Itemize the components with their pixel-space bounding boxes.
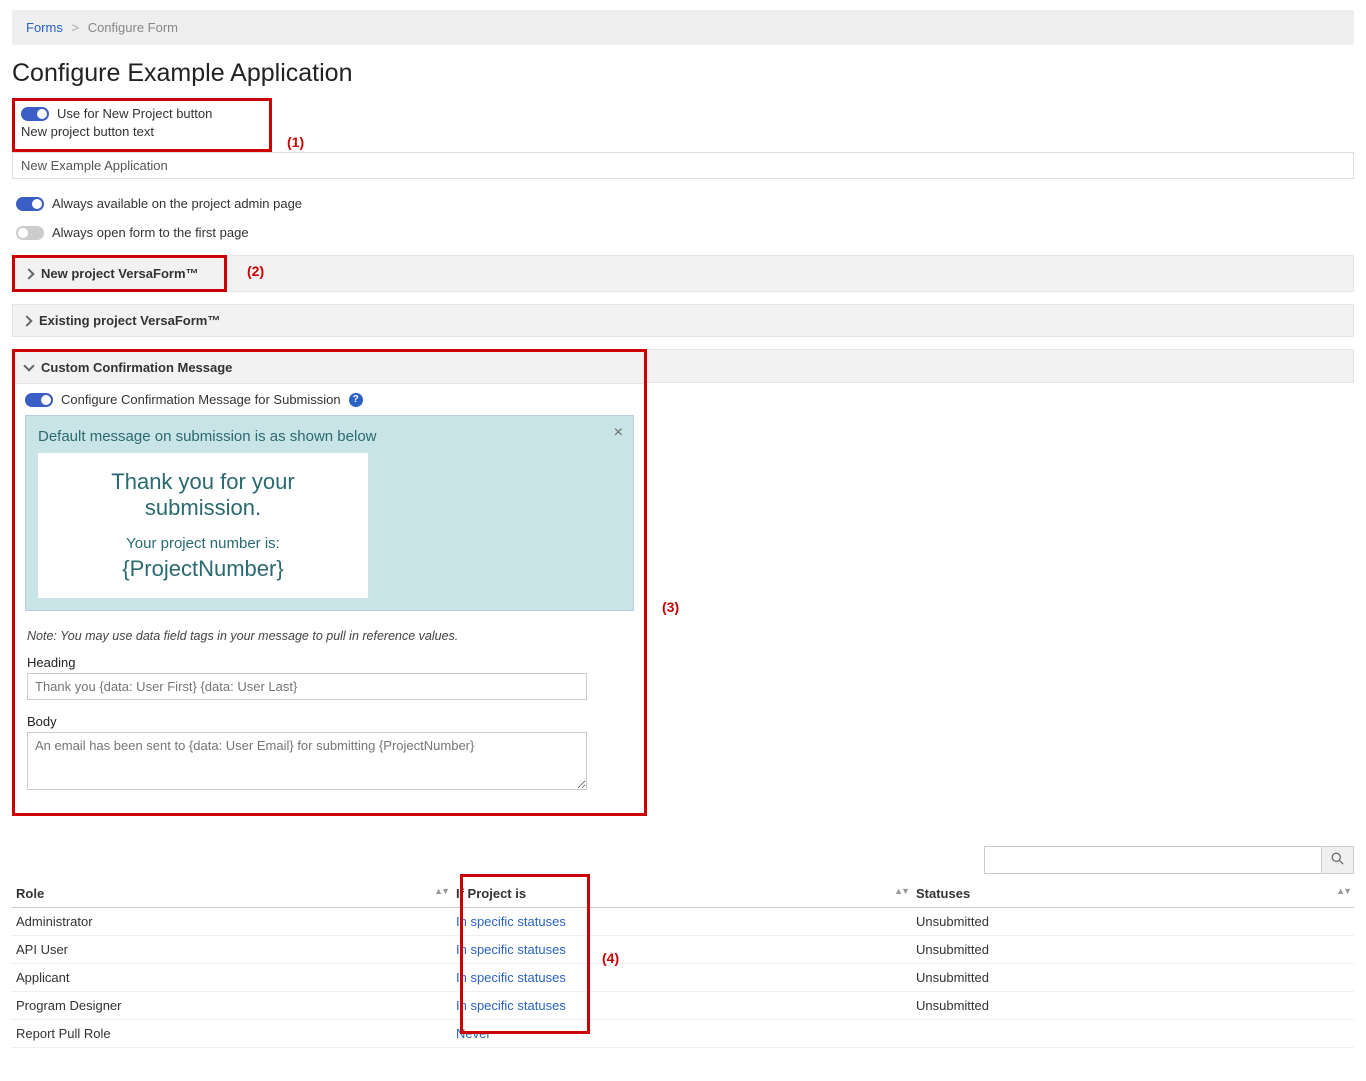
table-row: Administrator In specific statuses Unsubmi…: [12, 908, 1354, 936]
table-row: Program Designer In specific statuses Unsu…: [12, 992, 1354, 1020]
th-statuses[interactable]: Statuses▲▼: [912, 880, 1354, 908]
toggle-configure-confirmation[interactable]: [25, 393, 53, 407]
note-text: Note: You may use data field tags in you…: [15, 621, 644, 651]
breadcrumb-current: Configure Form: [88, 20, 178, 35]
breadcrumb-link-forms[interactable]: Forms: [26, 20, 63, 35]
annotation-2: (2): [247, 263, 264, 279]
sort-icon: ▲▼: [1336, 886, 1350, 896]
toggle-use-new-project[interactable]: [21, 107, 49, 121]
annotation-4: (4): [602, 950, 619, 966]
help-icon[interactable]: ?: [349, 393, 363, 407]
toggle-configure-confirmation-label: Configure Confirmation Message for Submi…: [61, 392, 341, 407]
th-if-project[interactable]: If Project is▲▼: [452, 880, 912, 908]
annotation-3: (3): [662, 599, 679, 615]
cell-if-project-link[interactable]: In specific statuses: [456, 914, 566, 929]
accordion-custom-confirmation-label: Custom Confirmation Message: [41, 360, 232, 375]
th-role[interactable]: Role▲▼: [12, 880, 452, 908]
toggle-open-first-page[interactable]: [16, 226, 44, 240]
preview-pn-label: Your project number is:: [68, 535, 338, 552]
accordion-existing-versaform[interactable]: Existing project VersaForm™: [12, 304, 1354, 337]
cell-statuses: Unsubmitted: [912, 992, 1354, 1020]
roles-table: Role▲▼ If Project is▲▼ Statuses▲▼ Admini…: [12, 880, 1354, 1048]
table-search-input[interactable]: [984, 846, 1322, 874]
page-title: Configure Example Application: [12, 59, 1354, 88]
cell-if-project-link[interactable]: In specific statuses: [456, 970, 566, 985]
cell-role: API User: [12, 936, 452, 964]
accordion-custom-confirmation[interactable]: Custom Confirmation Message: [15, 352, 644, 384]
table-row: Report Pull Role Never: [12, 1020, 1354, 1048]
cell-statuses: Unsubmitted: [912, 908, 1354, 936]
sort-icon: ▲▼: [434, 886, 448, 896]
table-row: API User In specific statuses Unsubmitted: [12, 936, 1354, 964]
toggle-open-first-page-label: Always open form to the first page: [52, 225, 249, 240]
preview-hint: Default message on submission is as show…: [38, 428, 621, 445]
confirmation-preview: × Default message on submission is as sh…: [25, 415, 634, 611]
chevron-right-icon: [21, 315, 32, 326]
cell-statuses: Unsubmitted: [912, 964, 1354, 992]
cell-role: Applicant: [12, 964, 452, 992]
toggle-always-available[interactable]: [16, 197, 44, 211]
table-search-button[interactable]: [1322, 846, 1354, 874]
cell-statuses: [912, 1020, 1354, 1048]
cell-role: Program Designer: [12, 992, 452, 1020]
cell-role: Report Pull Role: [12, 1020, 452, 1048]
new-project-button-text-input[interactable]: [12, 152, 1354, 179]
cell-if-project-link[interactable]: Never: [456, 1026, 491, 1041]
body-textarea[interactable]: [27, 732, 587, 790]
button-text-label: New project button text: [17, 124, 267, 143]
annotation-1: (1): [287, 134, 304, 150]
search-icon: [1331, 852, 1344, 865]
breadcrumb-separator: >: [71, 20, 79, 35]
body-label: Body: [27, 714, 632, 729]
accordion-existing-versaform-label: Existing project VersaForm™: [39, 313, 220, 328]
toggle-use-new-project-label: Use for New Project button: [57, 106, 212, 121]
preview-thank: Thank you for your submission.: [68, 469, 338, 521]
breadcrumb: Forms > Configure Form: [12, 10, 1354, 45]
close-icon[interactable]: ×: [614, 424, 623, 442]
toggle-always-available-label: Always available on the project admin pa…: [52, 196, 302, 211]
sort-icon: ▲▼: [894, 886, 908, 896]
cell-if-project-link[interactable]: In specific statuses: [456, 998, 566, 1013]
accordion-new-versaform[interactable]: New project VersaForm™: [15, 258, 224, 289]
heading-label: Heading: [27, 655, 632, 670]
heading-input[interactable]: [27, 673, 587, 700]
cell-if-project-link[interactable]: In specific statuses: [456, 942, 566, 957]
preview-pn-value: {ProjectNumber}: [68, 556, 338, 582]
accordion-new-versaform-label: New project VersaForm™: [41, 266, 199, 281]
chevron-right-icon: [23, 268, 34, 279]
cell-statuses: Unsubmitted: [912, 936, 1354, 964]
chevron-down-icon: [23, 360, 34, 371]
table-row: Applicant In specific statuses Unsubmitted: [12, 964, 1354, 992]
cell-role: Administrator: [12, 908, 452, 936]
preview-card: Thank you for your submission. Your proj…: [38, 453, 368, 598]
